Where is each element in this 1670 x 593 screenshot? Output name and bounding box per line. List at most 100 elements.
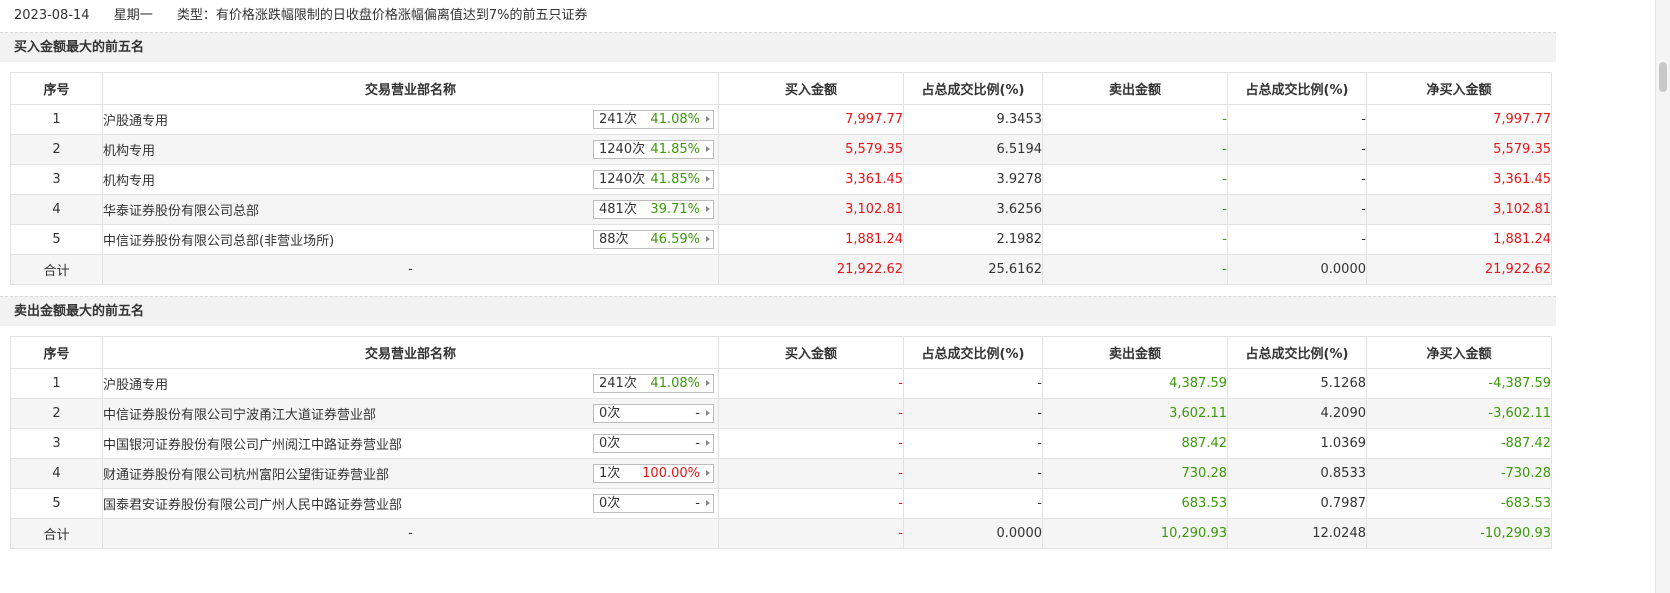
header-row: 序号 交易营业部名称 买入金额 占总成交比例(%) 卖出金额 占总成交比例(%) 净买入金额 bbox=[10, 336, 1552, 369]
branch-name[interactable]: 中信证券股份有限公司宁波甬江大道证券营业部 bbox=[103, 408, 376, 423]
listing-count: 1240次 bbox=[599, 142, 646, 157]
net-buy-amount: -3,602.11 bbox=[1366, 398, 1552, 429]
row-index: 5 bbox=[10, 488, 103, 519]
total-net-buy: 21,922.62 bbox=[1366, 254, 1552, 285]
branch-name[interactable]: 中国银河证券股份有限公司广州阅江中路证券营业部 bbox=[103, 438, 402, 453]
col-sell-ratio-header: 占总成交比例(%) bbox=[1227, 336, 1367, 369]
branch-stats-dropdown[interactable]: 241次 41.08% bbox=[593, 374, 714, 393]
branch-name[interactable]: 国泰君安证券股份有限公司广州人民中路证券营业部 bbox=[103, 498, 402, 513]
col-buy-amount-header: 买入金额 bbox=[718, 72, 904, 105]
branch-stats-dropdown[interactable]: 88次 46.59% bbox=[593, 230, 714, 249]
listing-count: 481次 bbox=[599, 202, 637, 217]
branch-stats-dropdown[interactable]: 0次 - bbox=[593, 434, 714, 453]
net-buy-amount: 7,997.77 bbox=[1366, 104, 1552, 135]
branch-name[interactable]: 机构专用 bbox=[103, 144, 155, 159]
branch-name-cell: 中信证券股份有限公司宁波甬江大道证券营业部 0次 - bbox=[102, 398, 719, 429]
branch-name[interactable]: 财通证券股份有限公司杭州富阳公望街证券营业部 bbox=[103, 468, 389, 483]
branch-stats-dropdown[interactable]: 1240次 41.85% bbox=[593, 140, 714, 159]
buy-amount: 3,102.81 bbox=[718, 194, 904, 225]
branch-name[interactable]: 机构专用 bbox=[103, 174, 155, 189]
total-sell-ratio: 12.0248 bbox=[1227, 518, 1367, 549]
total-row: 合计 -21,922.62 25.6162-0.0000 21,922.62 bbox=[10, 254, 1552, 285]
listing-rate: 41.85% bbox=[650, 172, 700, 187]
branch-name-cell: 财通证券股份有限公司杭州富阳公望街证券营业部 1次 100.00% bbox=[102, 458, 719, 489]
info-bar: 2023-08-14 星期一 类型：有价格涨跌幅限制的日收盘价格涨幅偏离值达到7… bbox=[0, 0, 1556, 32]
total-net-buy: -10,290.93 bbox=[1366, 518, 1552, 549]
table-row: 1 沪股通专用 241次 41.08% - -4,387.59 5.1268 -4,387.5… bbox=[10, 368, 1552, 399]
listing-rate: 100.00% bbox=[642, 466, 700, 481]
sell-ratio: 4.2090 bbox=[1227, 398, 1367, 429]
sell-ratio: 0.8533 bbox=[1227, 458, 1367, 489]
sell-amount: 4,387.59 bbox=[1042, 368, 1228, 399]
sell-amount: 3,602.11 bbox=[1042, 398, 1228, 429]
total-name: - bbox=[102, 518, 719, 549]
net-buy-amount: -683.53 bbox=[1366, 488, 1552, 519]
sell-section-title: 卖出金额最大的前五名 bbox=[0, 296, 1556, 326]
total-buy-amount: 21,922.62 bbox=[718, 254, 904, 285]
row-index: 5 bbox=[10, 224, 103, 255]
total-sell-ratio: 0.0000 bbox=[1227, 254, 1367, 285]
col-sell-amount-header: 卖出金额 bbox=[1042, 336, 1228, 369]
listing-rate: 41.08% bbox=[650, 112, 700, 127]
scrollbar-thumb[interactable] bbox=[1659, 62, 1667, 92]
buy-ratio: 9.3453 bbox=[903, 104, 1043, 135]
branch-name-cell: 沪股通专用 241次 41.08% bbox=[102, 104, 719, 135]
branch-name-cell: 中国银河证券股份有限公司广州阅江中路证券营业部 0次 - bbox=[102, 428, 719, 459]
col-branch-name-header: 交易营业部名称 bbox=[102, 72, 719, 105]
buy-ratio: 3.6256 bbox=[903, 194, 1043, 225]
branch-stats-dropdown[interactable]: 0次 - bbox=[593, 494, 714, 513]
total-row: 合计 - -0.0000 10,290.93 12.0248 -10,290.93 bbox=[10, 518, 1552, 549]
branch-stats-dropdown[interactable]: 241次 41.08% bbox=[593, 110, 714, 129]
buy-ratio: - bbox=[903, 428, 1043, 459]
col-index-header: 序号 bbox=[10, 336, 103, 369]
listing-rate: 41.08% bbox=[650, 376, 700, 391]
sell-amount: 887.42 bbox=[1042, 428, 1228, 459]
expand-arrow-icon bbox=[706, 116, 710, 122]
branch-name[interactable]: 沪股通专用 bbox=[103, 378, 168, 393]
expand-arrow-icon bbox=[706, 206, 710, 212]
branch-stats-dropdown[interactable]: 1240次 41.85% bbox=[593, 170, 714, 189]
branch-name[interactable]: 华泰证券股份有限公司总部 bbox=[103, 204, 259, 219]
buy-ratio: 2.1982 bbox=[903, 224, 1043, 255]
buy-section-title: 买入金额最大的前五名 bbox=[0, 32, 1556, 62]
buy-ratio: - bbox=[903, 368, 1043, 399]
total-label: 合计 bbox=[10, 518, 103, 549]
sell-amount: - bbox=[1042, 194, 1228, 225]
header-row: 序号 交易营业部名称 买入金额 占总成交比例(%) 卖出金额 占总成交比例(%) 净买入金额 bbox=[10, 72, 1552, 105]
col-buy-ratio-header: 占总成交比例(%) bbox=[903, 336, 1043, 369]
row-index: 4 bbox=[10, 458, 103, 489]
table-row: 4 财通证券股份有限公司杭州富阳公望街证券营业部 1次 100.00% - -730.28… bbox=[10, 458, 1552, 489]
expand-arrow-icon bbox=[706, 410, 710, 416]
row-index: 2 bbox=[10, 398, 103, 429]
buy-amount: 5,579.35 bbox=[718, 134, 904, 165]
branch-name[interactable]: 沪股通专用 bbox=[103, 114, 168, 129]
total-sell-amount: - bbox=[1042, 254, 1228, 285]
expand-arrow-icon bbox=[706, 500, 710, 506]
listing-rate: - bbox=[695, 496, 700, 511]
sell-ratio: - bbox=[1227, 134, 1367, 165]
expand-arrow-icon bbox=[706, 236, 710, 242]
total-buy-amount: - bbox=[718, 518, 904, 549]
expand-arrow-icon bbox=[706, 470, 710, 476]
listing-count: 0次 bbox=[599, 406, 621, 421]
branch-name-cell: 机构专用 1240次 41.85% bbox=[102, 134, 719, 165]
sell-ratio: 1.0369 bbox=[1227, 428, 1367, 459]
col-index-header: 序号 bbox=[10, 72, 103, 105]
sell-amount: - bbox=[1042, 134, 1228, 165]
table-row: 2 机构专用 1240次 41.85% 5,579.35 6.5194- -5,579.35 bbox=[10, 134, 1552, 165]
sell-ratio: 5.1268 bbox=[1227, 368, 1367, 399]
branch-stats-dropdown[interactable]: 0次 - bbox=[593, 404, 714, 423]
sell-ratio: - bbox=[1227, 224, 1367, 255]
page-scrollbar[interactable] bbox=[1655, 0, 1670, 593]
net-buy-amount: 5,579.35 bbox=[1366, 134, 1552, 165]
buy-amount: 1,881.24 bbox=[718, 224, 904, 255]
type-description: 类型：有价格涨跌幅限制的日收盘价格涨幅偏离值达到7%的前五只证券 bbox=[176, 8, 588, 23]
table-row: 5 中信证券股份有限公司总部(非营业场所) 88次 46.59% 1,881.24 2.1… bbox=[10, 224, 1552, 255]
branch-stats-dropdown[interactable]: 1次 100.00% bbox=[593, 464, 714, 483]
expand-arrow-icon bbox=[706, 146, 710, 152]
total-sell-amount: 10,290.93 bbox=[1042, 518, 1228, 549]
branch-stats-dropdown[interactable]: 481次 39.71% bbox=[593, 200, 714, 219]
branch-name-cell: 中信证券股份有限公司总部(非营业场所) 88次 46.59% bbox=[102, 224, 719, 255]
col-buy-ratio-header: 占总成交比例(%) bbox=[903, 72, 1043, 105]
branch-name[interactable]: 中信证券股份有限公司总部(非营业场所) bbox=[103, 234, 334, 249]
